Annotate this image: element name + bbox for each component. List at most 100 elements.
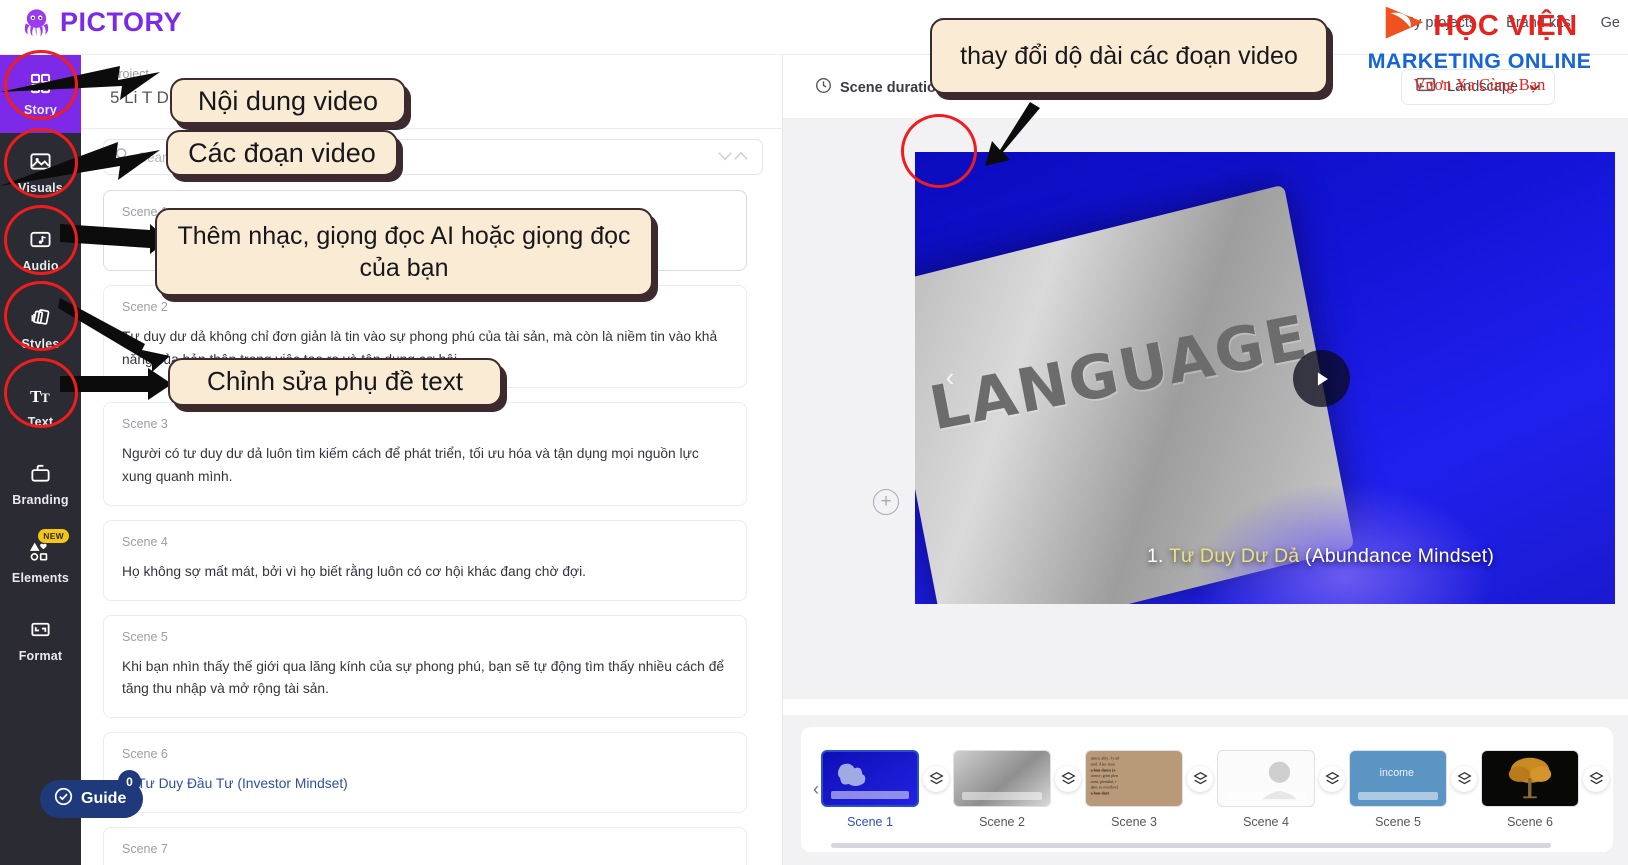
scene-number: Scene 6 bbox=[122, 747, 168, 761]
scene-card-5[interactable]: Scene 5 Khi bạn nhìn thấy thế giới qua l… bbox=[103, 614, 747, 718]
check-circle-icon bbox=[54, 787, 73, 811]
svg-text:a·bun·dance (ə-: a·bun·dance (ə- bbox=[1091, 768, 1117, 772]
svg-text:cient; plentiful, r: cient; plentiful, r bbox=[1091, 780, 1117, 785]
svg-text:a·bun·dant: a·bun·dant bbox=[1091, 791, 1110, 795]
thumbnail-image: uence, ality. -ly ad surd. Also -ness a·b… bbox=[1085, 750, 1183, 807]
add-scene-button[interactable]: + bbox=[873, 489, 899, 515]
thumbnail-caption-bar bbox=[1358, 792, 1438, 800]
subtitle-suffix: (Abundance Mindset) bbox=[1299, 545, 1495, 567]
scene-number: Scene 2 bbox=[122, 299, 168, 314]
annotation-cac-doan-video: Các đoạn video bbox=[166, 130, 398, 176]
scene-thumbnail-2[interactable]: Scene 2 bbox=[953, 750, 1051, 829]
annotation-them-nhac: Thêm nhạc, giọng đọc AI hoặc giọng đọc c… bbox=[155, 208, 653, 296]
thumbnail-caption-bar bbox=[1226, 792, 1306, 800]
transition-button[interactable] bbox=[1583, 765, 1609, 792]
panel-divider bbox=[81, 128, 782, 129]
app-logo[interactable]: PICTORY bbox=[20, 6, 182, 39]
script-panel: Project 5 Li T Duy Lm Giu Search Scene 1 bbox=[81, 55, 783, 865]
transition-button[interactable] bbox=[1319, 765, 1345, 792]
app-logo-text: PICTORY bbox=[60, 7, 183, 37]
thumbnail-image: income bbox=[1349, 750, 1447, 807]
scene-number: Scene 7 bbox=[122, 841, 168, 856]
scene-text[interactable]: Khi bạn nhìn thấy thế giới qua lăng kính… bbox=[122, 656, 728, 702]
crop-icon bbox=[28, 618, 54, 642]
thumbnail-label: Scene 5 bbox=[1375, 815, 1421, 829]
highlight-circle-text bbox=[4, 358, 78, 428]
highlight-circle-visuals bbox=[4, 128, 78, 198]
thumbnail-strip: Scene 1 Scene 2 uence, ality. -ly ad sur… bbox=[821, 750, 1613, 829]
svg-text:dare, to overflow]: dare, to overflow] bbox=[1091, 786, 1119, 791]
sidebar-label-format: Format bbox=[18, 648, 63, 663]
preview-stage: + LANGUAGE ‹ 1. Tư Duy Dư Dả (Abundance … bbox=[783, 119, 1628, 763]
thumbnail-image bbox=[1481, 750, 1579, 807]
collapse-chevrons-icon[interactable] bbox=[717, 149, 749, 169]
scene-thumbnail-4[interactable]: Scene 4 bbox=[1217, 750, 1315, 829]
scene-thumbnail-3[interactable]: uence, ality. -ly ad surd. Also -ness a·b… bbox=[1085, 750, 1183, 829]
sidebar-item-elements[interactable]: NEW Elements bbox=[0, 523, 81, 601]
thumbnail-label: Scene 3 bbox=[1111, 815, 1157, 829]
timeline-prev-arrow[interactable]: ‹ bbox=[811, 779, 821, 800]
svg-text:income: income bbox=[1380, 767, 1414, 779]
thumbnail-image bbox=[821, 750, 919, 807]
scene-number: Scene 3 bbox=[122, 417, 168, 432]
watermark-line2: MARKETING ONLINE bbox=[1367, 49, 1592, 73]
sidebar-item-branding[interactable]: Branding bbox=[0, 445, 81, 523]
clock-icon bbox=[815, 77, 832, 99]
sidebar-label-elements: Elements bbox=[11, 570, 70, 585]
play-button[interactable] bbox=[1293, 350, 1350, 407]
scene-card-7[interactable]: Scene 7 Để làm giàu, việc tiêu tiền một … bbox=[103, 826, 747, 865]
watermark-logo: HỌC VIỆN MARKETING ONLINE Vươn Xa Cùng B… bbox=[1337, 2, 1622, 95]
video-subtitle: 1. Tư Duy Dư Dả (Abundance Mindset) bbox=[1147, 545, 1494, 568]
thumbnail-image bbox=[953, 750, 1051, 807]
shapes-icon bbox=[28, 540, 54, 564]
subtitle-highlight: Tư Duy Dư Dả bbox=[1168, 545, 1300, 567]
transition-button[interactable] bbox=[1187, 765, 1213, 792]
sidebar-label-branding: Branding bbox=[12, 492, 69, 507]
scene-thumbnail-6[interactable]: Scene 6 bbox=[1481, 750, 1579, 829]
scene-card-6[interactable]: Scene 6 2. Tư Duy Đầu Tư (Investor Minds… bbox=[103, 732, 747, 813]
transition-button[interactable] bbox=[1451, 765, 1477, 792]
timeline-scrollbar[interactable] bbox=[831, 843, 1551, 848]
thumbnail-label: Scene 1 bbox=[847, 815, 893, 829]
briefcase-icon bbox=[28, 462, 54, 486]
subtitle-prefix: 1. bbox=[1147, 545, 1169, 567]
scene-text-highlight: Tư Duy Đầu Tư (Investor Mindset) bbox=[137, 776, 348, 791]
timeline-track: ‹ Scene 1 Scene 2 uence, ality. -ly ad s… bbox=[801, 727, 1613, 852]
annotation-chinh-sua-phu-de: Chỉnh sửa phụ đề text bbox=[168, 358, 502, 406]
scene-text[interactable]: Họ không sợ mất mát, bởi vì họ biết rằng… bbox=[122, 561, 728, 584]
scene-card-3[interactable]: Scene 3 Người có tư duy dư dả luôn tìm k… bbox=[103, 402, 747, 506]
transition-button[interactable] bbox=[923, 765, 949, 792]
editor-panel: Scene duration: 5s Landscape + bbox=[783, 55, 1628, 865]
prev-scene-arrow[interactable]: ‹ bbox=[933, 360, 967, 394]
thumbnail-image bbox=[1217, 750, 1315, 807]
scene-number: Scene 5 bbox=[122, 629, 168, 644]
scene-card-4[interactable]: Scene 4 Họ không sợ mất mát, bởi vì họ b… bbox=[103, 519, 747, 601]
thumbnail-caption-bar bbox=[962, 792, 1042, 800]
thumbnail-label: Scene 2 bbox=[979, 815, 1025, 829]
scene-thumbnail-1[interactable]: Scene 1 bbox=[821, 750, 919, 829]
scene-number: Scene 4 bbox=[122, 534, 168, 549]
guide-count-badge: 0 bbox=[118, 770, 141, 793]
transition-button[interactable] bbox=[1055, 765, 1081, 792]
svg-text:surd. Also -ness: surd. Also -ness bbox=[1091, 762, 1116, 766]
guide-label: Guide bbox=[81, 790, 127, 807]
scene-timeline: ‹ Scene 1 Scene 2 uence, ality. -ly ad s… bbox=[783, 715, 1628, 865]
svg-text:ciency; great plen: ciency; great plen bbox=[1091, 774, 1118, 778]
sidebar-item-format[interactable]: Format bbox=[0, 601, 81, 679]
project-label: Project bbox=[110, 67, 149, 81]
new-badge: NEW bbox=[38, 529, 69, 543]
play-triangle-logo-icon bbox=[1381, 2, 1429, 51]
highlight-circle-duration bbox=[901, 114, 977, 188]
octopus-logo-icon bbox=[20, 6, 53, 39]
watermark-line1: HỌC VIỆN bbox=[1433, 10, 1578, 42]
search-icon bbox=[115, 147, 130, 167]
svg-text:uence, ality. -ly ad: uence, ality. -ly ad bbox=[1091, 757, 1119, 762]
annotation-noi-dung-video: Nội dung video bbox=[170, 78, 406, 124]
watermark-line3: Vươn Xa Cùng Bạn bbox=[1413, 75, 1546, 94]
thumbnail-caption-bar bbox=[831, 791, 909, 799]
scene-text[interactable]: 2. Tư Duy Đầu Tư (Investor Mindset) bbox=[122, 773, 728, 796]
scene-text[interactable]: Người có tư duy dư dả luôn tìm kiếm cách… bbox=[122, 443, 728, 489]
scene-thumbnail-5[interactable]: income Scene 5 bbox=[1349, 750, 1447, 829]
video-canvas[interactable]: LANGUAGE ‹ 1. Tư Duy Dư Dả (Abundance Mi… bbox=[915, 152, 1615, 604]
purple-glow-graphic bbox=[1195, 482, 1495, 604]
